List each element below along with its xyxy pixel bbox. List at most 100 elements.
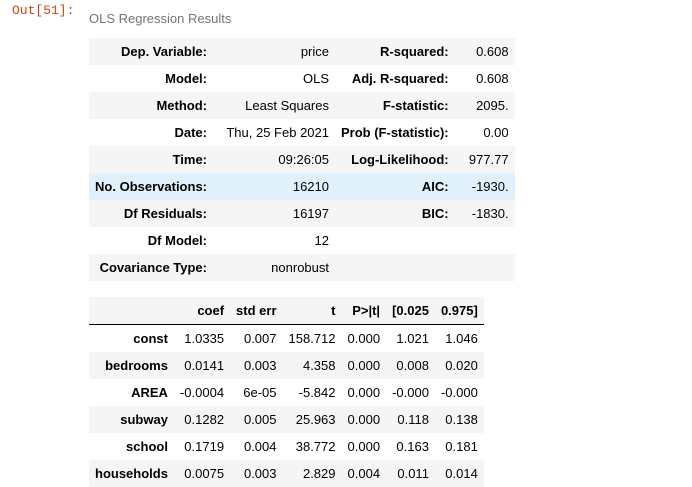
coef-column-header: std err xyxy=(230,297,283,325)
summary-value: OLS xyxy=(302,71,329,86)
coef-cell: 0.011 xyxy=(386,460,435,487)
coef-column-header xyxy=(89,297,174,325)
coef-cell: 0.0141 xyxy=(173,352,231,379)
coef-column-header: [0.025 xyxy=(386,297,435,325)
summary-label: Prob (F-statistic): xyxy=(341,125,449,140)
model-summary-table: Dep. Variable: price R-squared: 0.608 Model:… xyxy=(89,38,515,281)
coef-cell: 0.138 xyxy=(434,406,484,433)
summary-label: Date: xyxy=(174,125,207,140)
coef-cell: 4.358 xyxy=(282,352,342,379)
coef-cell: 0.014 xyxy=(434,460,484,487)
summary-value: price xyxy=(213,38,335,65)
summary-label: Covariance Type: xyxy=(89,254,213,281)
coef-cell: 0.181 xyxy=(445,439,478,454)
coef-variable-name: const xyxy=(133,331,168,346)
coef-variable-name: subway xyxy=(89,406,174,433)
coef-cell: 0.004 xyxy=(243,439,277,454)
summary-row: Covariance Type: nonrobust xyxy=(89,254,515,281)
coef-cell: 0.1282 xyxy=(173,406,231,433)
summary-value xyxy=(455,227,515,254)
summary-label: AIC: xyxy=(335,173,455,200)
coef-cell: 38.772 xyxy=(295,439,336,454)
coef-cell: 0.000 xyxy=(347,385,381,400)
summary-label: Model: xyxy=(165,71,207,86)
coefficients-table: coef std err t P>|t| [0.025 0.975] const 1.033… xyxy=(89,297,484,487)
summary-label: Method: xyxy=(89,92,213,119)
summary-value: 09:26:05 xyxy=(213,146,335,173)
coef-variable-name: school xyxy=(126,439,168,454)
summary-label: Df Model: xyxy=(147,233,207,248)
coef-cell: 25.963 xyxy=(282,406,342,433)
summary-label xyxy=(335,254,455,281)
summary-value: -1830. xyxy=(454,200,515,227)
summary-label xyxy=(335,227,455,254)
coef-variable-name: households xyxy=(89,460,174,487)
coef-cell: 0.0075 xyxy=(173,460,231,487)
coef-row: households 0.0075 0.003 2.829 0.004 0.011 0.01… xyxy=(89,460,484,487)
table-caption: OLS Regression Results xyxy=(89,11,232,26)
coef-column-header: P>|t| xyxy=(341,297,387,325)
coef-row: const 1.0335 0.007 158.712 0.000 1.021 1.046 xyxy=(89,325,484,353)
summary-label: BIC: xyxy=(335,200,455,227)
coef-cell: 2.829 xyxy=(282,460,342,487)
coef-cell: -5.842 xyxy=(298,385,336,400)
summary-label: Time: xyxy=(89,146,213,173)
summary-row: Date: Thu, 25 Feb 2021 Prob (F-statistic):… xyxy=(89,119,515,146)
summary-value: -1930. xyxy=(454,173,515,200)
summary-label: No. Observations: xyxy=(89,173,213,200)
summary-row: Dep. Variable: price R-squared: 0.608 xyxy=(89,38,515,65)
summary-label: Df Residuals: xyxy=(89,200,213,227)
coef-cell: 0.1719 xyxy=(184,439,225,454)
summary-label: F-statistic: xyxy=(335,92,455,119)
summary-value: 977.77 xyxy=(454,146,515,173)
summary-value: 2095. xyxy=(454,92,515,119)
summary-label: Log-Likelihood: xyxy=(335,146,455,173)
coef-cell: 0.163 xyxy=(396,439,429,454)
coef-row: bedrooms 0.0141 0.003 4.358 0.000 0.008 0.020 xyxy=(89,352,484,379)
summary-label: R-squared: xyxy=(335,38,455,65)
summary-label: Adj. R-squared: xyxy=(351,71,449,86)
coef-cell: 0.118 xyxy=(386,406,435,433)
coef-cell: 0.000 xyxy=(341,406,387,433)
coef-cell: 0.000 xyxy=(341,352,387,379)
coef-cell: 0.003 xyxy=(230,352,283,379)
coef-cell: 1.021 xyxy=(396,331,429,346)
coef-cell: 0.007 xyxy=(243,331,277,346)
summary-value: 0.608 xyxy=(476,71,509,86)
summary-row: No. Observations: 16210 AIC: -1930. xyxy=(89,173,515,200)
coef-cell: 1.0335 xyxy=(184,331,225,346)
summary-label: Dep. Variable: xyxy=(89,38,213,65)
summary-value: Least Squares xyxy=(213,92,335,119)
summary-row: Df Residuals: 16197 BIC: -1830. xyxy=(89,200,515,227)
coef-column-header: coef xyxy=(173,297,231,325)
coef-cell: -0.000 xyxy=(440,385,478,400)
coef-cell: 158.712 xyxy=(288,331,336,346)
coef-row: subway 0.1282 0.005 25.963 0.000 0.118 0.138 xyxy=(89,406,484,433)
coef-cell: 0.003 xyxy=(230,460,283,487)
coef-cell: 1.046 xyxy=(445,331,478,346)
coef-cell: 0.000 xyxy=(347,439,381,454)
coef-column-header: t xyxy=(282,297,342,325)
summary-row: Time: 09:26:05 Log-Likelihood: 977.77 xyxy=(89,146,515,173)
coef-cell: 0.000 xyxy=(347,331,381,346)
summary-value: 12 xyxy=(314,233,329,248)
summary-value: 16210 xyxy=(213,173,335,200)
coef-cell: 0.005 xyxy=(230,406,283,433)
summary-value: 0.00 xyxy=(483,125,509,140)
coef-cell: 0.020 xyxy=(434,352,484,379)
coef-column-header: 0.975] xyxy=(434,297,484,325)
coef-cell: 0.008 xyxy=(386,352,435,379)
summary-value xyxy=(454,254,515,281)
coef-cell: -0.000 xyxy=(392,385,429,400)
summary-row: Model: OLS Adj. R-squared: 0.608 xyxy=(89,65,515,92)
coef-row: AREA -0.0004 6e-05 -5.842 0.000 -0.000 -0.000 xyxy=(89,379,484,406)
summary-row: Df Model: 12 xyxy=(89,227,515,254)
summary-value: nonrobust xyxy=(213,254,335,281)
coef-cell: 6e-05 xyxy=(243,385,277,400)
coef-cell: -0.0004 xyxy=(179,385,225,400)
output-prompt: Out[51]: xyxy=(12,3,75,18)
coef-header-row: coef std err t P>|t| [0.025 0.975] xyxy=(89,297,484,325)
summary-value: 0.608 xyxy=(454,38,515,65)
summary-value: Thu, 25 Feb 2021 xyxy=(226,125,329,140)
summary-value: 16197 xyxy=(213,200,335,227)
